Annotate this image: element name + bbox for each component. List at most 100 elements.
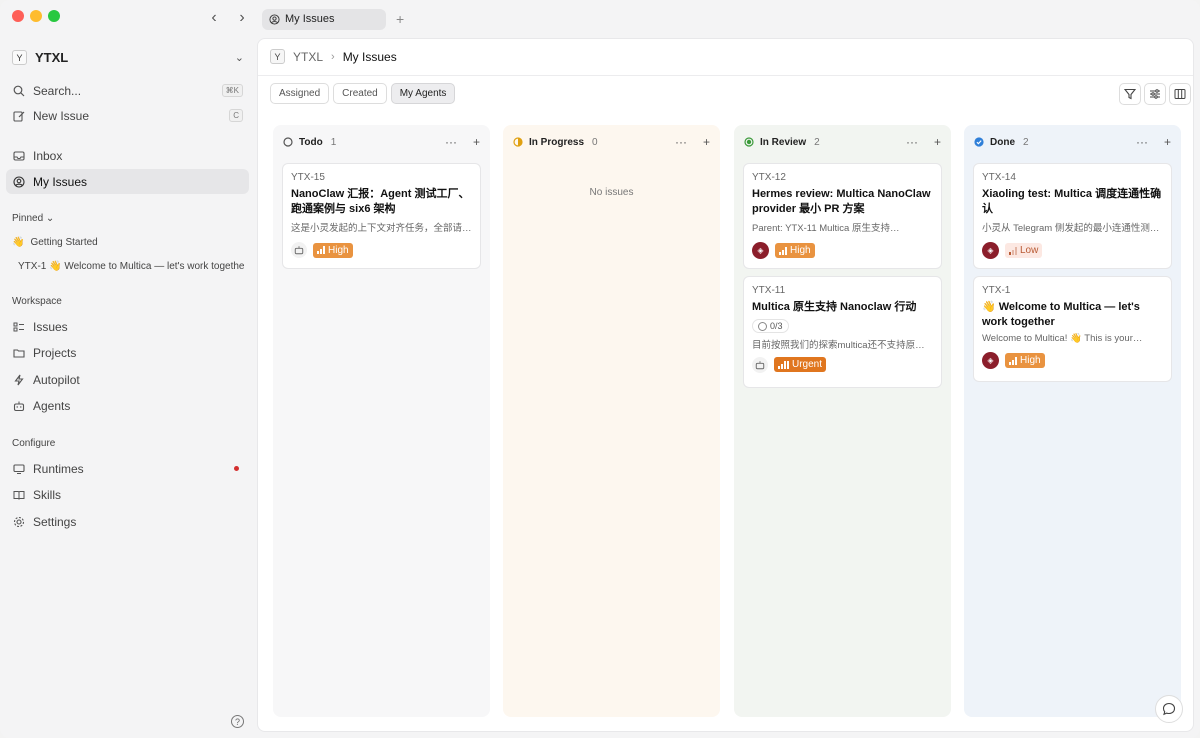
close-window-button[interactable] [12, 10, 24, 22]
column-in-progress: In Progress 0 ··· + No issues [503, 125, 720, 717]
help-icon[interactable]: ? [231, 715, 244, 728]
filter-assigned-button[interactable]: Assigned [270, 83, 330, 104]
bot-icon [752, 356, 768, 373]
chevron-left-icon[interactable]: ‹ [206, 10, 222, 26]
issue-id: YTX-12 [752, 172, 786, 183]
inbox-icon [12, 149, 25, 162]
search-button[interactable]: Search... ⌘K [6, 78, 249, 103]
sidebar-item-label: Projects [33, 345, 77, 360]
column-count: 0 [592, 136, 598, 148]
issue-card[interactable]: YTX-12 Hermes review: Multica NanoClaw p… [743, 163, 942, 269]
sidebar-item-agents[interactable]: Agents [6, 393, 249, 418]
divider [258, 75, 1193, 76]
tab-my-issues[interactable]: My Issues [262, 8, 386, 30]
priority-label: Urgent [792, 359, 823, 370]
search-shortcut: ⌘K [221, 84, 243, 97]
issue-id: YTX-1 [982, 285, 1011, 296]
more-icon[interactable]: ··· [906, 135, 918, 149]
search-icon [12, 84, 25, 97]
bot-icon [291, 242, 307, 258]
pinned-item-label: YTX-1 👋 Welcome to Multica — let's work … [18, 260, 244, 272]
main-panel: Y YTXL › My Issues Assigned Created My A… [257, 38, 1194, 732]
issue-id: YTX-14 [982, 172, 1016, 183]
sidebar-item-skills[interactable]: Skills [6, 482, 249, 507]
view-tools [1119, 83, 1191, 105]
zoom-window-button[interactable] [48, 10, 60, 22]
add-icon[interactable]: + [703, 135, 710, 149]
new-issue-shortcut: C [229, 109, 243, 122]
avatar: ◈ [982, 242, 999, 259]
edit-icon [12, 109, 25, 122]
bot-icon [12, 399, 25, 412]
issue-title: Hermes review: Multica NanoClaw provider… [752, 188, 931, 215]
new-tab-button[interactable]: + [396, 11, 404, 27]
sidebar-item-projects[interactable]: Projects [6, 340, 249, 365]
priority-badge: Urgent [774, 357, 827, 372]
gear-icon [12, 515, 25, 528]
workspace-logo: Y [270, 49, 285, 64]
search-label: Search... [33, 83, 82, 98]
page-title: My Issues [342, 49, 397, 64]
column-header: Todo 1 ··· + [283, 135, 480, 149]
book-icon [12, 488, 25, 501]
user-circle-icon [12, 175, 25, 188]
issue-description: 这是小灵发起的上下文对齐任务，全部请… [291, 223, 472, 234]
empty-state: No issues [589, 187, 634, 198]
add-icon[interactable]: + [1164, 135, 1171, 149]
sidebar-item-autopilot[interactable]: Autopilot [6, 367, 249, 392]
chevron-right-icon[interactable]: › [234, 10, 250, 26]
priority-label: High [328, 244, 349, 256]
issue-card[interactable]: YTX-1 👋 Welcome to Multica — let's work … [973, 276, 1172, 382]
pinned-item-label: Getting Started [30, 236, 98, 248]
new-issue-label: New Issue [33, 108, 90, 123]
workspace-heading: Workspace [12, 296, 62, 307]
pinned-heading[interactable]: Pinned ⌄ [12, 213, 54, 224]
filter-my-agents-button[interactable]: My Agents [390, 83, 456, 104]
add-icon[interactable]: + [473, 135, 480, 149]
issue-id: YTX-11 [752, 285, 786, 296]
workspace-switcher[interactable]: Y YTXL ⌄ [12, 50, 244, 65]
sidebar-item-label: Autopilot [33, 372, 80, 387]
filter-created-button[interactable]: Created [333, 83, 387, 104]
more-icon[interactable]: ··· [445, 135, 457, 149]
minimize-window-button[interactable] [30, 10, 42, 22]
status-in-review-icon [744, 137, 754, 147]
pinned-item-ytx-1[interactable]: YTX-1 👋 Welcome to Multica — let's work … [12, 257, 244, 275]
issue-description: Parent: YTX-11 Multica 原生支持… [752, 223, 900, 234]
breadcrumb-workspace[interactable]: YTXL [293, 50, 323, 64]
issue-title: Xiaoling test: Multica 调度连通性确认 [982, 188, 1162, 215]
new-issue-button[interactable]: New Issue C [6, 103, 249, 128]
column-done: Done 2 ··· + YTX-14 Xiaoling test: Multic… [964, 125, 1181, 717]
column-count: 2 [1023, 136, 1029, 148]
zap-icon [12, 373, 25, 386]
issue-title: 👋 Welcome to Multica — let's work togeth… [982, 301, 1140, 328]
more-icon[interactable]: ··· [1136, 135, 1148, 149]
sidebar-item-label: Skills [33, 487, 62, 502]
workspace-logo: Y [12, 50, 27, 65]
list-icon [12, 320, 25, 333]
sidebar-item-label: Issues [33, 319, 68, 334]
issue-card[interactable]: YTX-14 Xiaoling test: Multica 调度连通性确认 小灵… [973, 163, 1172, 269]
more-icon[interactable]: ··· [675, 135, 687, 149]
sidebar-item-inbox[interactable]: Inbox [6, 143, 249, 168]
sidebar-item-settings[interactable]: Settings [6, 509, 249, 534]
filter-icon[interactable] [1119, 83, 1141, 105]
column-title: In Progress [529, 136, 585, 148]
issue-id: YTX-15 [291, 172, 325, 183]
sidebar-item-label: Settings [33, 514, 77, 529]
columns-icon[interactable] [1169, 83, 1191, 105]
add-icon[interactable]: + [934, 135, 941, 149]
status-todo-icon [283, 137, 293, 147]
pinned-item-getting-started[interactable]: 👋 Getting Started [12, 233, 244, 251]
sidebar-item-my-issues[interactable]: My Issues [6, 169, 249, 194]
issue-card[interactable]: YTX-15 NanoClaw 汇报：Agent 测试工厂、跑通案例与 six6… [282, 163, 481, 269]
sidebar-item-issues[interactable]: Issues [6, 314, 249, 339]
chat-bubble-icon[interactable] [1155, 695, 1183, 723]
issue-card[interactable]: YTX-11 Multica 原生支持 Nanoclaw 行动 0/3 目前按照… [743, 276, 942, 388]
workspace-name: YTXL [35, 50, 69, 65]
sidebar-item-label: My Issues [33, 174, 88, 189]
column-count: 1 [330, 136, 337, 148]
sidebar-item-runtimes[interactable]: Runtimes [6, 456, 249, 481]
column-todo: Todo 1 ··· + YTX-15 NanoClaw 汇报：Agent 测试工… [273, 125, 490, 717]
sliders-icon[interactable] [1144, 83, 1166, 105]
